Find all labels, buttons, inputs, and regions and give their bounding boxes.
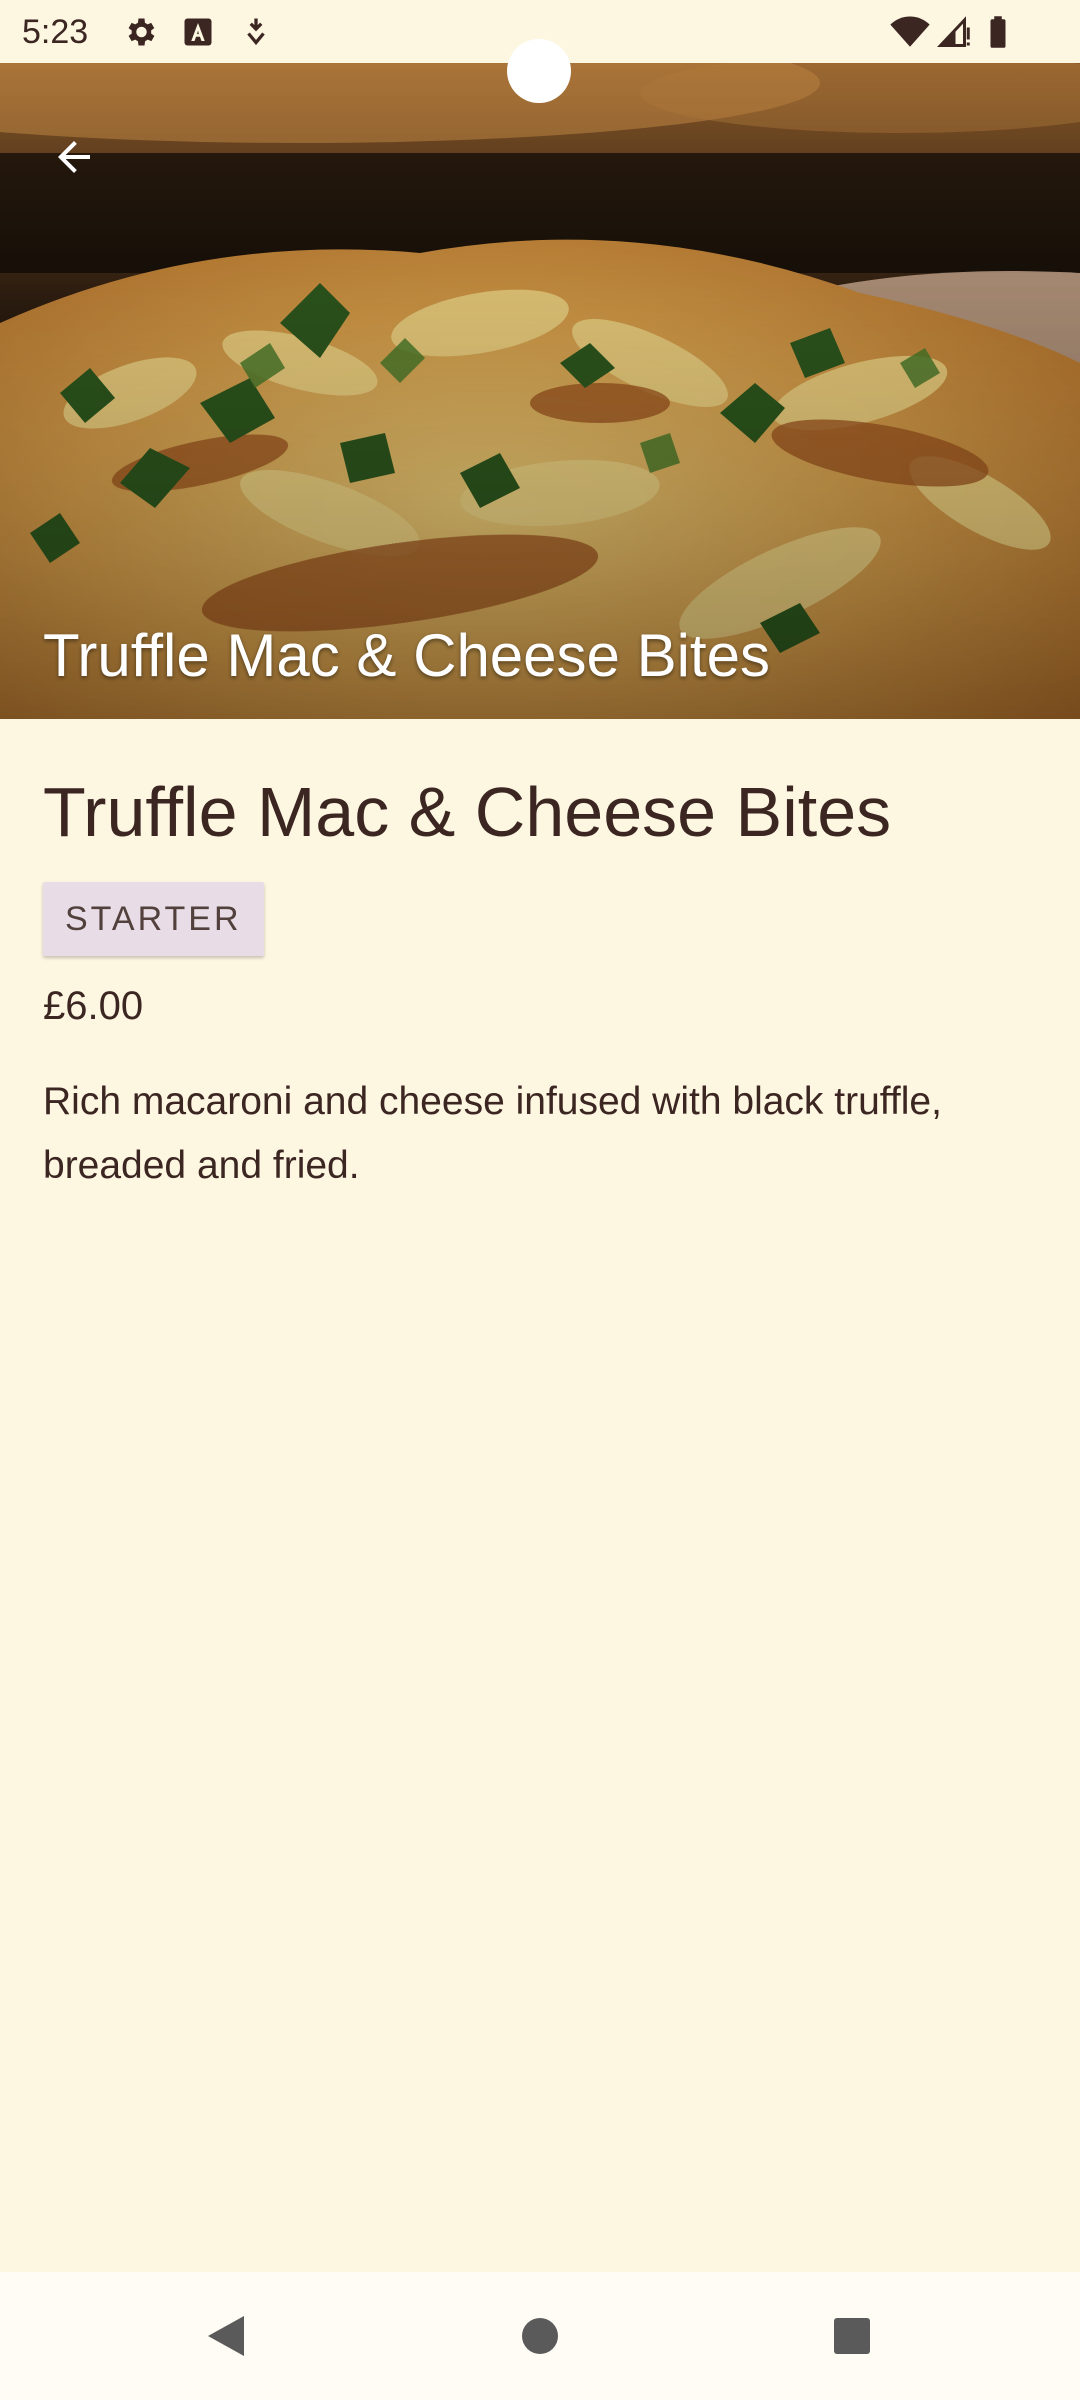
download-shield-icon: [238, 14, 274, 50]
battery-icon: [980, 14, 1016, 50]
arrow-back-icon: [58, 141, 90, 173]
dish-hero-image: Truffle Mac & Cheese Bites: [0, 63, 1080, 719]
text-a-icon: [180, 14, 216, 50]
recents-square-icon: [834, 2318, 870, 2354]
cellular-signal-icon: [936, 14, 972, 50]
front-camera-cutout: [507, 39, 571, 103]
nav-home-button[interactable]: [500, 2296, 580, 2376]
dish-price: £6.00: [43, 984, 144, 1028]
nav-recents-button[interactable]: [812, 2296, 892, 2376]
dish-details: Truffle Mac & Cheese Bites STARTER £6.00…: [43, 760, 1043, 1198]
nav-back-button[interactable]: [186, 2296, 266, 2376]
dish-description: Rich macaroni and cheese infused with bl…: [43, 1080, 942, 1187]
dish-detail-screen: 5:23 Truffle Mac & Cheese Bites Truffle …: [0, 0, 1080, 2400]
settings-icon: [122, 14, 158, 50]
system-nav-bar: [0, 2272, 1080, 2400]
wifi-icon: [890, 14, 930, 50]
back-triangle-icon: [208, 2316, 244, 2356]
back-button[interactable]: [36, 119, 112, 195]
home-circle-icon: [522, 2318, 558, 2354]
category-badge: STARTER: [43, 882, 264, 956]
hero-title: Truffle Mac & Cheese Bites: [43, 622, 770, 689]
dish-title: Truffle Mac & Cheese Bites: [43, 773, 892, 851]
status-time: 5:23: [22, 13, 89, 51]
